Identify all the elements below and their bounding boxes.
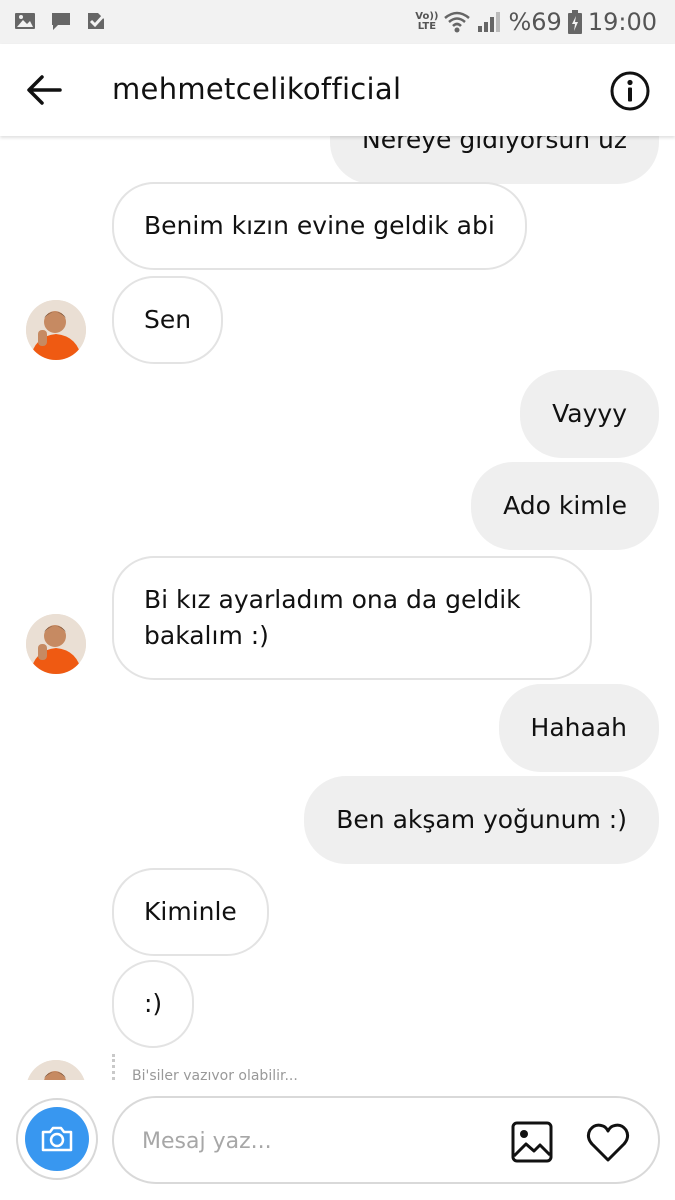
network-type: Vo)) LTE xyxy=(415,11,439,32)
avatar[interactable] xyxy=(26,300,86,360)
avatar[interactable] xyxy=(26,1060,86,1080)
message-bubble-outgoing[interactable]: Ado kimle xyxy=(471,462,659,550)
check-icon xyxy=(88,12,107,29)
message-bubble-incoming[interactable]: Kiminle xyxy=(112,868,269,956)
arrow-left-icon xyxy=(27,75,62,105)
status-bar: Vo)) LTE %69 19:00 xyxy=(0,0,675,44)
heart-icon[interactable] xyxy=(584,1118,632,1166)
info-icon[interactable] xyxy=(609,70,651,112)
gallery-icon[interactable] xyxy=(510,1120,554,1164)
message-bubble-outgoing[interactable]: Vayyy xyxy=(520,370,659,458)
typing-indicator-text: Bi'şiler yazıyor olabilir... xyxy=(132,1068,298,1080)
image-icon xyxy=(15,13,35,29)
battery-icon xyxy=(567,10,582,34)
status-left-icons xyxy=(14,10,108,32)
message-bubble-outgoing[interactable]: Hahaah xyxy=(498,684,659,772)
camera-icon xyxy=(41,1126,73,1152)
message-bubble-outgoing[interactable]: Nereye gidiyorsun üz xyxy=(330,136,659,184)
battery-percent: %69 xyxy=(508,8,562,36)
message-input[interactable] xyxy=(142,1122,482,1160)
typing-indicator-line xyxy=(112,1054,116,1080)
thread-title[interactable]: mehmetcelikofficial xyxy=(112,72,401,106)
message-bubble-incoming[interactable]: Sen xyxy=(112,276,224,364)
message-input-container[interactable] xyxy=(112,1096,660,1184)
thread-header: mehmetcelikofficial xyxy=(0,44,675,136)
back-button[interactable] xyxy=(22,70,66,110)
message-bubble-incoming[interactable]: Benim kızın evine geldik abi xyxy=(112,182,527,270)
avatar-image xyxy=(26,614,86,674)
message-composer xyxy=(0,1080,675,1200)
signal-icon xyxy=(478,12,501,32)
clock: 19:00 xyxy=(587,8,657,36)
message-list[interactable]: Nereye gidiyorsun üz Benim kızın evine g… xyxy=(0,136,675,1080)
camera-button[interactable] xyxy=(16,1098,98,1180)
message-bubble-incoming[interactable]: :) xyxy=(112,960,195,1048)
chat-icon xyxy=(52,13,70,30)
wifi-icon xyxy=(444,11,471,33)
avatar[interactable] xyxy=(26,614,86,674)
message-bubble-outgoing[interactable]: Ben akşam yoğunum :) xyxy=(304,776,659,864)
avatar-image xyxy=(26,300,86,360)
message-bubble-incoming[interactable]: Bi kız ayarladım ona da geldik bakalım :… xyxy=(112,556,592,680)
status-right: Vo)) LTE %69 19:00 xyxy=(415,8,657,36)
avatar-image xyxy=(26,1060,86,1080)
camera-button-fill xyxy=(25,1107,89,1171)
